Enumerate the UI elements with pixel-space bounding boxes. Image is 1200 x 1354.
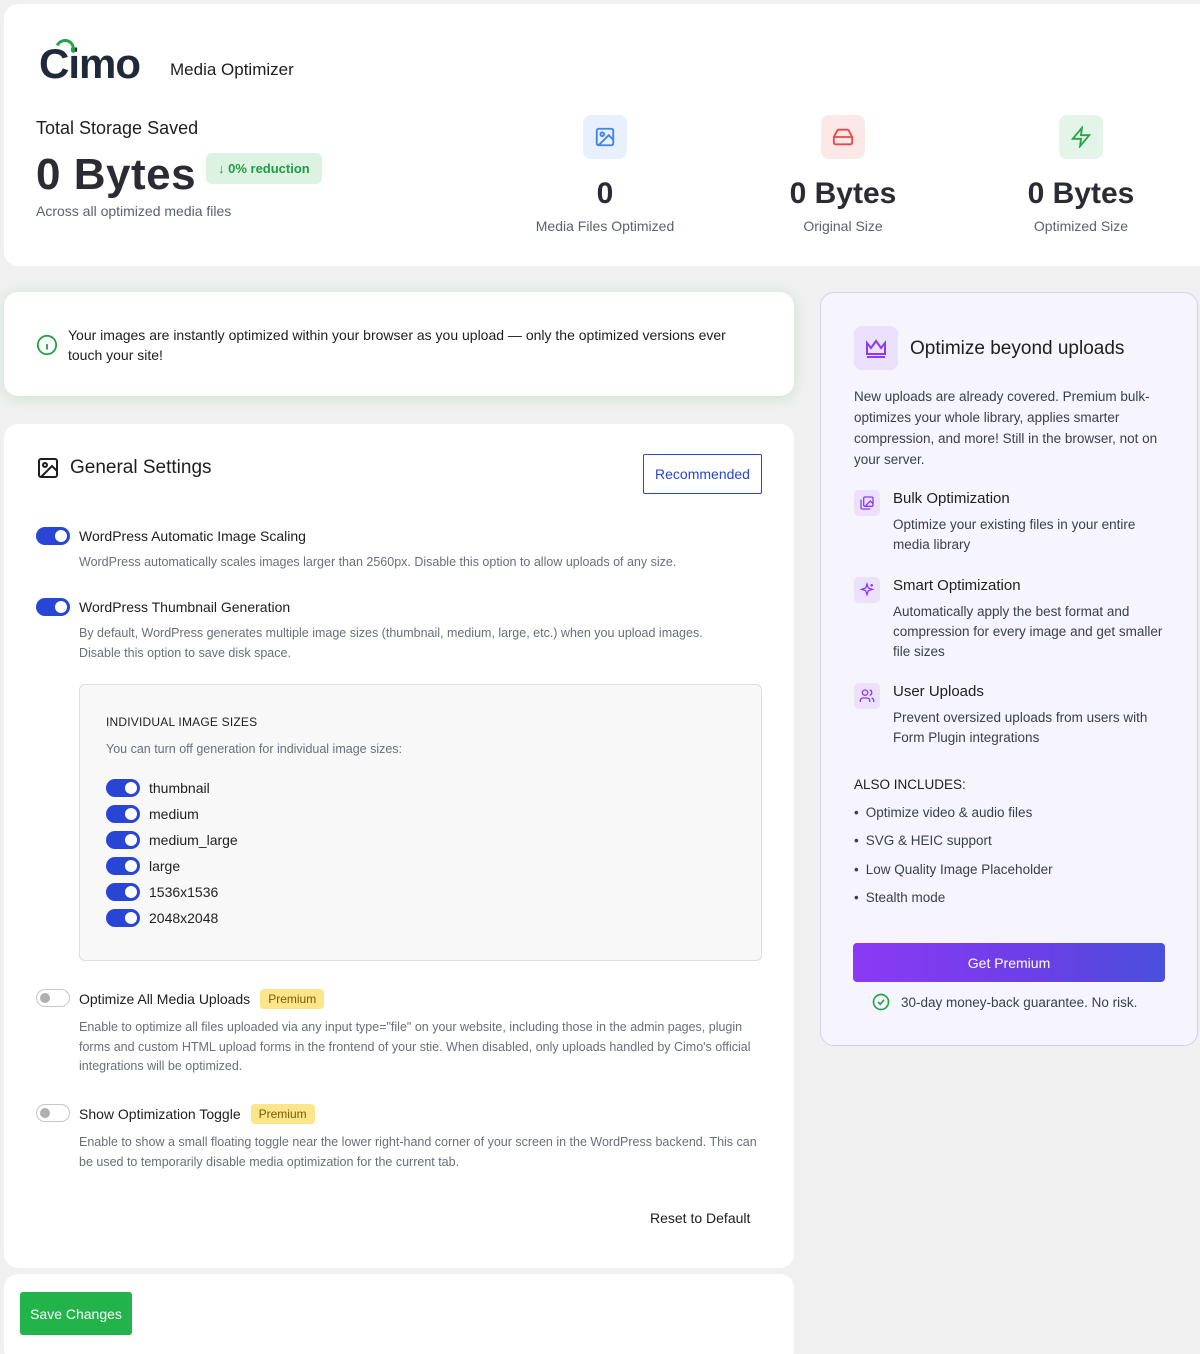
- reset-to-default-link[interactable]: Reset to Default: [650, 1210, 750, 1226]
- stat-label: Media Files Optimized: [535, 218, 675, 234]
- also-includes-list: Optimize video & audio files SVG & HEIC …: [854, 805, 1053, 918]
- recommended-button[interactable]: Recommended: [643, 454, 762, 494]
- list-item: Optimize video & audio files: [854, 805, 1053, 833]
- images-icon: [854, 490, 880, 516]
- image-sizes-title: INDIVIDUAL IMAGE SIZES: [106, 715, 258, 729]
- stat-original-size: 0 Bytes Original Size: [743, 115, 943, 234]
- stat-value: 0 Bytes: [1027, 177, 1135, 210]
- auto-scaling-toggle[interactable]: [36, 527, 70, 545]
- stat-label: Original Size: [803, 218, 883, 234]
- feature-description: Prevent oversized uploads from users wit…: [893, 710, 1148, 745]
- size-name: thumbnail: [149, 780, 210, 796]
- size-toggle[interactable]: [106, 779, 140, 797]
- stat-label: Optimized Size: [1033, 218, 1129, 234]
- list-item: SVG & HEIC support: [854, 833, 1053, 861]
- info-text: Your images are instantly optimized with…: [68, 327, 726, 363]
- list-item: Stealth mode: [854, 890, 1053, 918]
- size-toggle[interactable]: [106, 909, 140, 927]
- stat-value: 0 Bytes: [789, 177, 897, 210]
- size-name: medium: [149, 806, 199, 822]
- info-banner: Your images are instantly optimized with…: [4, 292, 794, 396]
- lightning-icon: [1059, 115, 1103, 159]
- list-item: Low Quality Image Placeholder: [854, 862, 1053, 890]
- size-name: 1536x1536: [149, 884, 219, 900]
- promo-title: Optimize beyond uploads: [910, 338, 1125, 359]
- optimize-all-uploads-toggle[interactable]: [36, 989, 70, 1007]
- premium-promo-card: Optimize beyond uploads New uploads are …: [820, 292, 1198, 1046]
- optimization-toggle-toggle[interactable]: [36, 1104, 70, 1122]
- size-name: 2048x2048: [149, 910, 219, 926]
- save-bar: Save Changes: [4, 1274, 794, 1354]
- premium-badge: Premium: [260, 989, 325, 1009]
- optimize-all-uploads-description: Enable to optimize all files uploaded vi…: [79, 1020, 751, 1073]
- optimization-toggle-text: Show Optimization Toggle: [79, 1106, 241, 1122]
- sparkles-icon: [854, 577, 880, 603]
- feature-title: User Uploads: [893, 683, 984, 700]
- feature-title: Smart Optimization: [893, 577, 1021, 594]
- reduction-badge: ↓ 0% reduction: [206, 153, 322, 184]
- stat-media-files: 0 Media Files Optimized: [505, 115, 705, 234]
- optimize-all-uploads-text: Optimize All Media Uploads: [79, 991, 251, 1007]
- save-changes-button[interactable]: Save Changes: [20, 1292, 132, 1335]
- image-sizes-panel: INDIVIDUAL IMAGE SIZES You can turn off …: [79, 684, 762, 961]
- stats-header: Cimo Media Optimizer Total Storage Saved…: [4, 4, 1200, 266]
- size-toggle[interactable]: [106, 805, 140, 823]
- premium-badge: Premium: [250, 1104, 315, 1124]
- size-name: medium_large: [149, 832, 238, 848]
- feature-title: Bulk Optimization: [893, 490, 1010, 507]
- size-toggle[interactable]: [106, 883, 140, 901]
- image-sizes-subtitle: You can turn off generation for individu…: [106, 742, 403, 756]
- users-icon: [854, 683, 880, 709]
- info-icon: [36, 334, 58, 361]
- crown-icon: [854, 326, 898, 370]
- size-toggle[interactable]: [106, 857, 140, 875]
- app-subtitle: Media Optimizer: [170, 60, 294, 79]
- stat-value: 0: [596, 177, 614, 210]
- general-settings-card: General Settings Recommended WordPress A…: [4, 424, 794, 1268]
- get-premium-button[interactable]: Get Premium: [853, 943, 1165, 982]
- guarantee-text: 30-day money-back guarantee. No risk.: [901, 994, 1138, 1010]
- size-name: large: [149, 858, 181, 874]
- thumbnail-generation-toggle[interactable]: [36, 598, 70, 616]
- also-includes-label: ALSO INCLUDES:: [854, 777, 966, 792]
- auto-scaling-label: WordPress Automatic Image Scaling: [79, 528, 306, 544]
- optimization-toggle-description: Enable to show a small floating toggle n…: [79, 1135, 757, 1169]
- guarantee: 30-day money-back guarantee. No risk.: [872, 993, 1137, 1011]
- optimize-all-uploads-label: Optimize All Media Uploads Premium: [79, 989, 325, 1009]
- feature-description: Automatically apply the best format and …: [893, 604, 1163, 659]
- hard-drive-icon: [821, 115, 865, 159]
- promo-description: New uploads are already covered. Premium…: [854, 389, 1158, 467]
- check-circle-icon: [872, 993, 890, 1011]
- total-storage-value: 0 Bytes: [36, 150, 197, 199]
- image-settings-icon: [36, 456, 60, 485]
- total-storage-caption: Across all optimized media files: [36, 203, 232, 219]
- thumbnail-generation-description: By default, WordPress generates multiple…: [79, 626, 703, 660]
- image-icon: [583, 115, 627, 159]
- feature-description: Optimize your existing files in your ent…: [893, 517, 1136, 552]
- stat-optimized-size: 0 Bytes Optimized Size: [981, 115, 1181, 234]
- settings-title: General Settings: [70, 457, 212, 478]
- optimization-toggle-label: Show Optimization Toggle Premium: [79, 1104, 315, 1124]
- total-storage-label: Total Storage Saved: [36, 118, 199, 138]
- auto-scaling-description: WordPress automatically scales images la…: [79, 555, 677, 569]
- size-toggle[interactable]: [106, 831, 140, 849]
- thumbnail-generation-label: WordPress Thumbnail Generation: [79, 599, 291, 615]
